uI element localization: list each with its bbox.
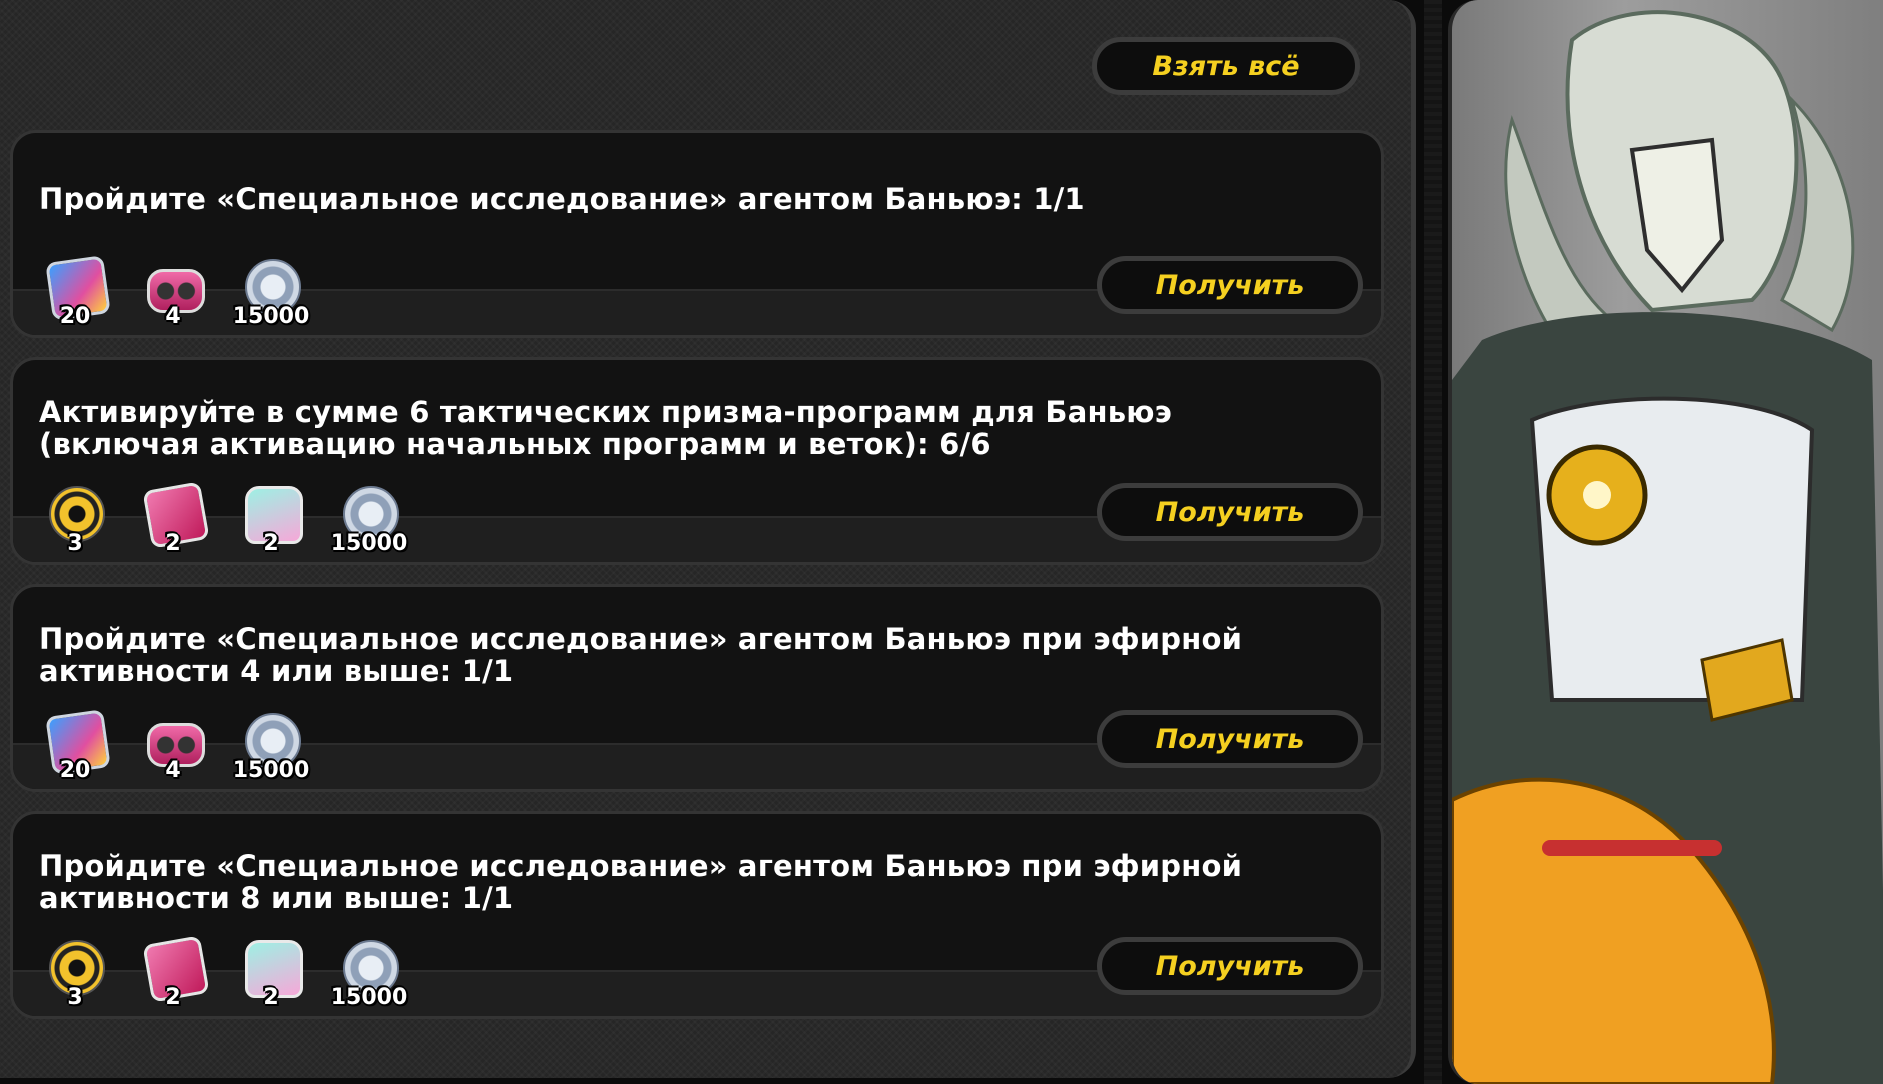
task-title-line: (включая активацию начальных программ и … bbox=[39, 427, 991, 461]
reward-quantity: 2 bbox=[263, 985, 279, 1010]
reward-quantity: 2 bbox=[165, 985, 181, 1010]
reward-item[interactable]: 3 bbox=[43, 940, 107, 1010]
task-title-line: Пройдите «Специальное исследование» аген… bbox=[39, 182, 1085, 216]
task-title-line: активности 4 или выше: 1/1 bbox=[39, 654, 514, 688]
task-panel: Взять всё Пройдите «Специальное исследов… bbox=[0, 0, 1416, 1078]
claim-button[interactable]: Получить bbox=[1097, 937, 1363, 995]
reward-quantity: 20 bbox=[59, 304, 91, 329]
reward-quantity: 15000 bbox=[232, 304, 310, 329]
task-title-line: Активируйте в сумме 6 тактических призма… bbox=[39, 395, 1173, 429]
reward-list: 20 4 15000 bbox=[43, 255, 309, 329]
reward-item[interactable]: 20 bbox=[43, 709, 111, 783]
reward-quantity: 3 bbox=[67, 531, 83, 556]
reward-item[interactable]: 4 bbox=[141, 259, 205, 329]
task-title-line: Пройдите «Специальное исследование» аген… bbox=[39, 849, 1243, 883]
reward-quantity: 4 bbox=[165, 758, 181, 783]
reward-item[interactable]: 2 bbox=[239, 486, 303, 556]
reward-quantity: 3 bbox=[67, 985, 83, 1010]
reward-item[interactable]: 4 bbox=[141, 713, 205, 783]
reward-item[interactable]: 15000 bbox=[233, 713, 309, 783]
task-card: Пройдите «Специальное исследование» аген… bbox=[10, 811, 1384, 1019]
reward-item[interactable]: 3 bbox=[43, 486, 107, 556]
claim-all-button[interactable]: Взять всё bbox=[1092, 37, 1360, 95]
agent-illustration bbox=[1452, 10, 1883, 1084]
claim-button[interactable]: Получить bbox=[1097, 710, 1363, 768]
reward-list: 3 2 2 15000 bbox=[43, 935, 407, 1010]
task-card: Пройдите «Специальное исследование» аген… bbox=[10, 130, 1384, 338]
task-title: Активируйте в сумме 6 тактических призма… bbox=[39, 396, 1172, 460]
claim-button[interactable]: Получить bbox=[1097, 483, 1363, 541]
task-title-line: активности 8 или выше: 1/1 bbox=[39, 881, 514, 915]
reward-item[interactable]: 2 bbox=[141, 935, 210, 1010]
reward-quantity: 15000 bbox=[330, 531, 408, 556]
reward-item[interactable]: 15000 bbox=[331, 940, 407, 1010]
claim-button[interactable]: Получить bbox=[1097, 256, 1363, 314]
task-title: Пройдите «Специальное исследование» аген… bbox=[39, 183, 1085, 215]
reward-quantity: 2 bbox=[165, 531, 181, 556]
reward-item[interactable]: 2 bbox=[141, 481, 210, 556]
reward-item[interactable]: 2 bbox=[239, 940, 303, 1010]
reward-quantity: 4 bbox=[165, 304, 181, 329]
task-title-line: Пройдите «Специальное исследование» аген… bbox=[39, 622, 1243, 656]
reward-quantity: 2 bbox=[263, 531, 279, 556]
reward-item[interactable]: 20 bbox=[43, 255, 111, 329]
task-title: Пройдите «Специальное исследование» аген… bbox=[39, 850, 1242, 914]
reward-item[interactable]: 15000 bbox=[331, 486, 407, 556]
reward-list: 3 2 2 15000 bbox=[43, 481, 407, 556]
reward-quantity: 15000 bbox=[232, 758, 310, 783]
task-card: Пройдите «Специальное исследование» аген… bbox=[10, 584, 1384, 792]
reward-item[interactable]: 15000 bbox=[233, 259, 309, 329]
agent-portrait bbox=[1448, 0, 1883, 1084]
reward-list: 20 4 15000 bbox=[43, 709, 309, 783]
task-card: Активируйте в сумме 6 тактических призма… bbox=[10, 357, 1384, 565]
task-title: Пройдите «Специальное исследование» аген… bbox=[39, 623, 1242, 687]
scrollbar[interactable] bbox=[1424, 0, 1442, 1084]
reward-quantity: 15000 bbox=[330, 985, 408, 1010]
reward-quantity: 20 bbox=[59, 758, 91, 783]
